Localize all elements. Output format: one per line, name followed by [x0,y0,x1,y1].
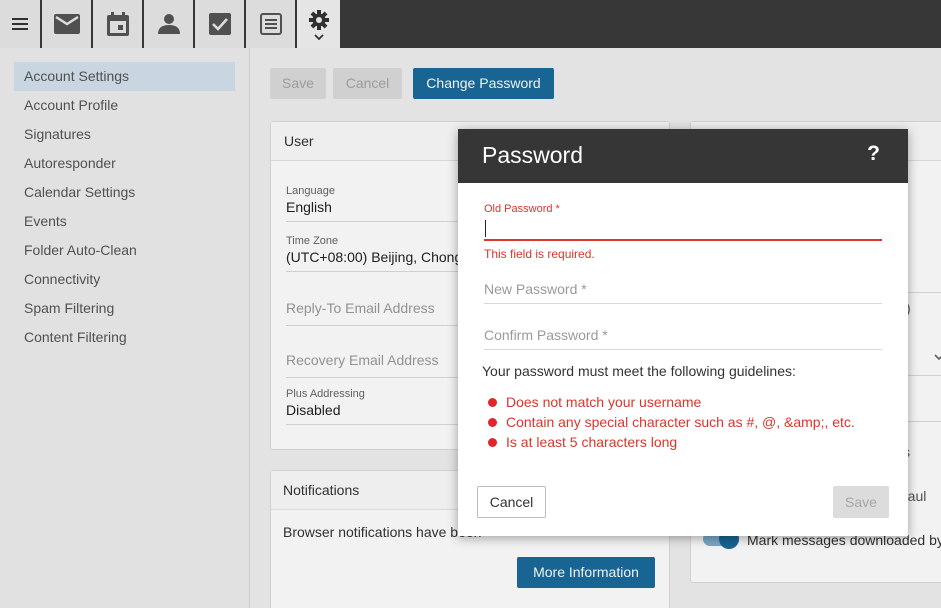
new-password-field[interactable]: New Password * [484,274,882,304]
password-dialog: Password ? Old Password * This field is … [458,129,908,536]
new-password-placeholder: New Password * [484,274,882,304]
dialog-header: Password ? [458,129,908,183]
old-password-error: This field is required. [484,247,595,261]
help-button[interactable]: ? [867,142,880,166]
confirm-password-field[interactable]: Confirm Password * [484,320,882,350]
error-dot-icon [488,437,497,447]
old-password-label: Old Password * [484,203,560,215]
rule-text: Contain any special character such as #,… [506,414,855,430]
dialog-title: Password [482,142,583,168]
error-dot-icon [488,397,497,407]
guidelines-title: Your password must meet the following gu… [482,363,796,379]
error-dot-icon [488,417,497,427]
rule-text: Does not match your username [506,394,702,410]
rule-item: Does not match your username [488,394,701,410]
dialog-cancel-button[interactable]: Cancel [477,486,546,518]
confirm-password-placeholder: Confirm Password * [484,320,882,350]
rule-item: Contain any special character such as #,… [488,414,855,430]
rule-item: Is at least 5 characters long [488,434,677,450]
old-password-field[interactable]: Old Password * This field is required. [484,203,882,261]
text-caret [485,220,486,237]
rule-text: Is at least 5 characters long [506,434,678,450]
dialog-save-button[interactable]: Save [833,486,889,518]
old-password-input[interactable] [484,215,882,241]
